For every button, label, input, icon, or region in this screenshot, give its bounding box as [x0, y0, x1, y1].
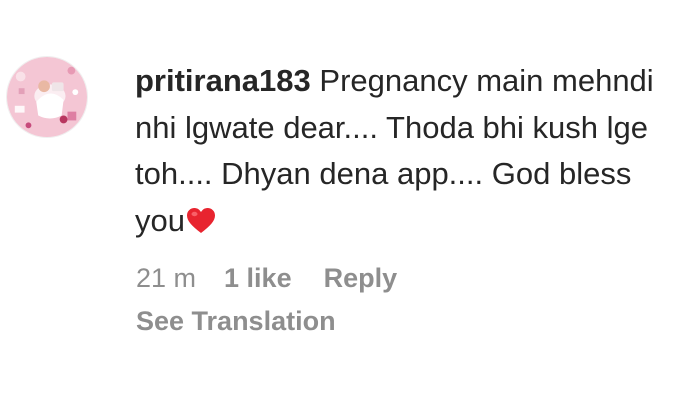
- comment-meta: 21 m 1 like Reply: [136, 263, 397, 294]
- reply-button[interactable]: Reply: [324, 263, 398, 294]
- see-translation-link[interactable]: See Translation: [136, 306, 336, 337]
- avatar[interactable]: [6, 56, 88, 138]
- comment-like-count[interactable]: 1 like: [224, 263, 292, 294]
- comment-body: pritirana183 Pregnancy main mehndi nhi l…: [135, 58, 683, 247]
- comment-item: pritirana183 Pregnancy main mehndi nhi l…: [0, 0, 700, 400]
- avatar-image: [7, 57, 87, 137]
- comment-username[interactable]: pritirana183: [135, 63, 311, 98]
- comment-timestamp: 21 m: [136, 263, 197, 293]
- heart-icon: [186, 201, 216, 248]
